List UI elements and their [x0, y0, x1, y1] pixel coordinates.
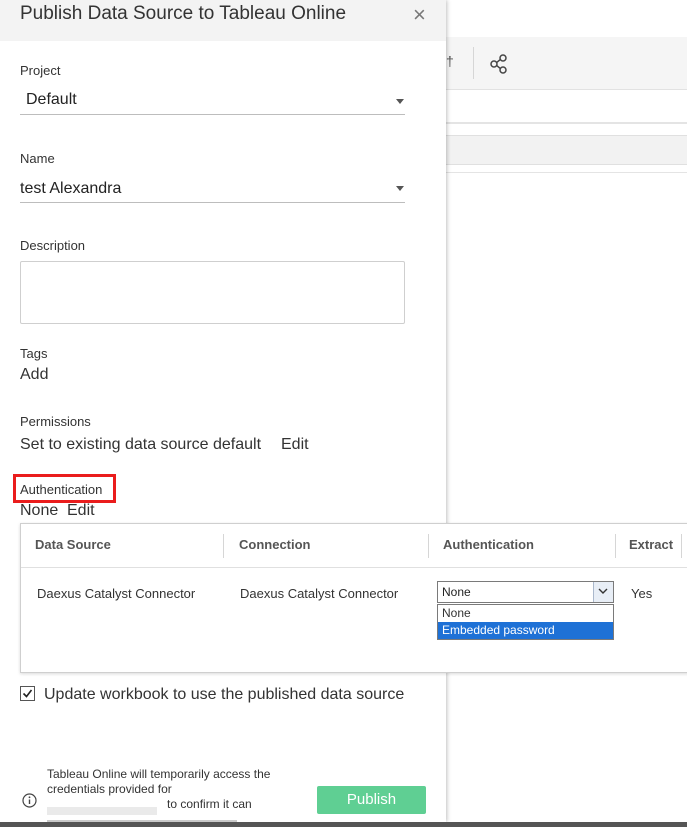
name-label: Name: [20, 151, 55, 166]
extract-cell: Yes: [631, 586, 653, 601]
dropdown-option-embedded-password[interactable]: Embedded password: [438, 622, 613, 639]
toolbar-glyph: †: [446, 53, 454, 69]
redacted-text: [47, 807, 157, 815]
dialog-header: Publish Data Source to Tableau Online ×: [0, 0, 446, 41]
header-divider: [21, 567, 687, 568]
authentication-edit-link[interactable]: Edit: [67, 502, 95, 520]
column-header-authentication: Authentication: [443, 537, 534, 552]
bottom-edge: [0, 822, 687, 827]
note-line: credentials provided for: [47, 782, 172, 796]
column-divider: [681, 534, 682, 558]
column-header-extract: Extract: [629, 537, 674, 552]
connection-cell: Daexus Catalyst Connector: [240, 586, 399, 601]
note-line: Tableau Online will temporarily access t…: [47, 767, 271, 781]
close-icon[interactable]: ×: [413, 2, 426, 28]
authentication-table: Data Source Connection Authentication Ex…: [20, 523, 687, 673]
dialog-title: Publish Data Source to Tableau Online: [20, 3, 347, 24]
chevron-down-icon: [396, 99, 404, 104]
column-divider: [615, 534, 616, 558]
chevron-down-icon[interactable]: [593, 582, 613, 602]
description-label: Description: [20, 238, 86, 253]
checkmark-icon: [22, 689, 33, 698]
description-textarea[interactable]: [20, 261, 405, 324]
authentication-select-value: None: [442, 585, 471, 599]
column-divider: [428, 534, 429, 558]
column-header-connection: Connection: [239, 537, 311, 552]
dropdown-option-none[interactable]: None: [438, 605, 613, 622]
authentication-highlight-box: [13, 474, 116, 503]
name-value: test Alexandra: [20, 180, 122, 197]
publish-dialog: Publish Data Source to Tableau Online × …: [0, 0, 446, 823]
share-icon[interactable]: [488, 53, 510, 75]
background-band: [446, 135, 687, 165]
permissions-edit-link[interactable]: Edit: [281, 436, 309, 454]
column-header-data-source: Data Source: [35, 537, 111, 552]
permissions-value: Set to existing data source default: [20, 436, 262, 453]
update-workbook-checkbox[interactable]: [20, 686, 35, 701]
project-label: Project: [20, 63, 61, 78]
column-divider: [223, 534, 224, 558]
info-icon: [22, 793, 37, 808]
chevron-down-icon: [396, 186, 404, 191]
publish-button[interactable]: Publish: [317, 786, 426, 814]
update-workbook-label: Update workbook to use the published dat…: [44, 686, 405, 703]
authentication-select[interactable]: None: [437, 581, 614, 603]
project-value: Default: [26, 91, 77, 108]
name-underline: [20, 202, 405, 203]
permissions-label: Permissions: [20, 414, 91, 429]
background-divider: [446, 172, 687, 173]
background-divider: [446, 122, 687, 124]
tags-add-link[interactable]: Add: [20, 366, 48, 384]
credentials-note: Tableau Online will temporarily access t…: [47, 767, 317, 812]
project-underline: [20, 114, 405, 115]
authentication-dropdown-list: None Embedded password: [437, 604, 614, 640]
data-source-cell: Daexus Catalyst Connector: [37, 586, 196, 601]
authentication-value: None: [20, 502, 59, 519]
tags-label: Tags: [20, 346, 48, 361]
background-toolbar: [446, 37, 687, 90]
toolbar-separator: [473, 47, 474, 79]
